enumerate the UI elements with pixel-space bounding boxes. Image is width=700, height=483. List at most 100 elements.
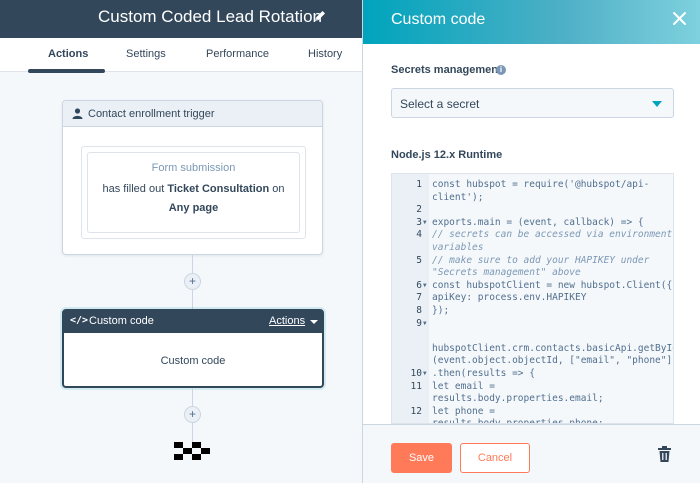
code-line[interactable]: 5 // make sure to add your HAPIKEY under bbox=[392, 254, 673, 267]
fold-chevron-icon[interactable]: ▼ bbox=[423, 216, 427, 229]
panel-title: Custom code bbox=[391, 11, 486, 28]
pencil-icon[interactable] bbox=[313, 9, 327, 23]
save-button[interactable]: Save bbox=[391, 443, 452, 473]
filter-condition: has filled out Ticket Consultation on bbox=[88, 183, 299, 195]
line-number: 7 bbox=[416, 292, 422, 304]
line-number: 5 bbox=[416, 254, 422, 266]
tab-history[interactable]: History bbox=[308, 48, 342, 60]
trigger-card-header: Contact enrollment trigger bbox=[63, 101, 322, 127]
chevron-down-icon bbox=[652, 101, 662, 107]
code-text: const hubspot = require('@hubspot/api- bbox=[432, 179, 650, 190]
enrollment-trigger-card[interactable]: Contact enrollment trigger Form submissi… bbox=[62, 100, 323, 255]
action-card-body: Custom code bbox=[160, 355, 226, 367]
runtime-label: Node.js 12.x Runtime bbox=[391, 149, 503, 161]
code-line[interactable]: 7 apiKey: process.env.HAPIKEY bbox=[392, 291, 673, 304]
fold-chevron-icon[interactable]: ▼ bbox=[423, 317, 427, 330]
code-text: let phone = bbox=[432, 405, 495, 417]
trash-icon[interactable] bbox=[658, 446, 671, 462]
close-icon[interactable] bbox=[672, 11, 687, 26]
add-action-button[interactable]: + bbox=[184, 273, 201, 290]
code-line[interactable]: 10 ▼ .then(results => { bbox=[392, 367, 673, 380]
code-text: exports.main = (event, callback) => { bbox=[432, 216, 644, 228]
code-line[interactable]: (event.object.objectId, ["email", "phone… bbox=[392, 354, 673, 367]
connector-line bbox=[192, 388, 193, 406]
fold-chevron-icon[interactable]: ▼ bbox=[423, 279, 427, 292]
custom-code-action-card[interactable]: </> Custom code Actions Custom code bbox=[62, 309, 324, 388]
code-line[interactable]: hubspotClient.crm.contacts.basicApi.getB… bbox=[392, 342, 674, 355]
panel-footer: Save Cancel bbox=[363, 424, 700, 483]
connector-line bbox=[192, 255, 193, 273]
connector-line bbox=[192, 423, 193, 442]
line-number: 1 bbox=[416, 179, 422, 190]
filter-page: Any page bbox=[168, 202, 219, 214]
workflow-header: Custom Coded Lead Rotation bbox=[0, 0, 362, 38]
plus-icon: + bbox=[188, 274, 196, 288]
custom-code-panel: Custom code Secrets management i Select … bbox=[362, 0, 700, 483]
code-line[interactable]: results.body.properties.phone; bbox=[392, 417, 673, 424]
trigger-filter[interactable]: Form submission has filled out Ticket Co… bbox=[87, 152, 300, 233]
code-text: apiKey: process.env.HAPIKEY bbox=[432, 292, 587, 304]
filter-suffix: on bbox=[269, 183, 285, 195]
add-action-button[interactable]: + bbox=[184, 406, 201, 423]
code-text: // make sure to add your HAPIKEY under bbox=[432, 254, 650, 266]
filter-prefix: has filled out bbox=[102, 183, 168, 195]
code-line[interactable]: 9 ▼ bbox=[392, 317, 673, 330]
line-number: 9 bbox=[416, 317, 422, 329]
line-number: 10 bbox=[410, 368, 422, 379]
actions-menu-link[interactable]: Actions bbox=[269, 315, 305, 327]
line-number: 3 bbox=[416, 216, 422, 228]
line-number: 2 bbox=[416, 204, 422, 216]
code-line[interactable]: 3 ▼ exports.main = (event, callback) => { bbox=[392, 216, 673, 229]
action-card-title: Custom code bbox=[89, 315, 154, 327]
code-line[interactable] bbox=[392, 329, 673, 342]
code-line[interactable]: 1 const hubspot = require('@hubspot/api- bbox=[392, 178, 673, 191]
tab-settings[interactable]: Settings bbox=[126, 48, 166, 60]
line-number: 6 bbox=[416, 279, 422, 291]
code-line[interactable]: results.body.properties.email; bbox=[392, 392, 673, 405]
cancel-button[interactable]: Cancel bbox=[460, 443, 530, 473]
code-tag-icon: </> bbox=[70, 315, 89, 326]
secret-select[interactable]: Select a secret bbox=[391, 88, 674, 118]
code-line[interactable]: 4 // secrets can be accessed via environ… bbox=[392, 228, 673, 241]
code-line[interactable]: 6 ▼ const hubspotClient = new hubspot.Cli… bbox=[392, 279, 673, 292]
code-line[interactable]: 12 let phone = bbox=[392, 405, 673, 418]
code-text: }); bbox=[432, 305, 450, 316]
checkered-flag-icon bbox=[174, 442, 211, 460]
code-text: const hubspotClient = new hubspot.Client… bbox=[432, 279, 673, 291]
code-text: variables bbox=[432, 242, 484, 253]
code-line[interactable]: 11 let email = bbox=[392, 380, 673, 393]
code-line[interactable]: "Secrets management" above bbox=[392, 266, 673, 279]
code-line[interactable]: 8 }); bbox=[392, 304, 673, 317]
code-text: "Secrets management" above bbox=[432, 267, 581, 279]
code-text: hubspotClient.crm.contacts.basicApi.getB… bbox=[432, 342, 674, 354]
panel-header: Custom code bbox=[363, 0, 700, 44]
chevron-down-icon[interactable] bbox=[310, 320, 318, 324]
fold-chevron-icon[interactable]: ▼ bbox=[423, 367, 427, 380]
code-text: client'); bbox=[432, 191, 484, 203]
action-card-header: </> Custom code Actions bbox=[64, 311, 322, 333]
code-text: .then(results => { bbox=[432, 368, 535, 379]
connector-line bbox=[192, 290, 193, 309]
line-number: 11 bbox=[410, 380, 422, 392]
code-text: results.body.properties.phone; bbox=[432, 418, 604, 424]
line-number: 4 bbox=[416, 229, 422, 241]
code-text: results.body.properties.email; bbox=[432, 393, 604, 405]
line-number: 12 bbox=[410, 405, 422, 417]
secret-select-value: Select a secret bbox=[400, 97, 480, 111]
code-line[interactable]: client'); bbox=[392, 191, 673, 204]
active-tab-indicator bbox=[28, 69, 105, 73]
code-editor[interactable]: 1 const hubspot = require('@hubspot/api-c… bbox=[391, 173, 674, 424]
info-icon[interactable]: i bbox=[496, 65, 506, 75]
filter-source: Form submission bbox=[151, 162, 236, 174]
tab-actions[interactable]: Actions bbox=[48, 48, 88, 60]
person-icon bbox=[72, 108, 83, 119]
trigger-card-title: Contact enrollment trigger bbox=[88, 108, 215, 120]
workflow-pane: Custom Coded Lead Rotation Actions Setti… bbox=[0, 0, 362, 483]
line-number: 8 bbox=[416, 305, 422, 316]
trigger-filter-group: Form submission has filled out Ticket Co… bbox=[81, 146, 306, 239]
code-line[interactable]: 2 bbox=[392, 203, 673, 216]
code-line[interactable]: variables bbox=[392, 241, 673, 254]
code-text: let email = bbox=[432, 380, 495, 392]
filter-form-name: Ticket Consultation bbox=[167, 183, 270, 195]
tab-performance[interactable]: Performance bbox=[206, 48, 269, 60]
